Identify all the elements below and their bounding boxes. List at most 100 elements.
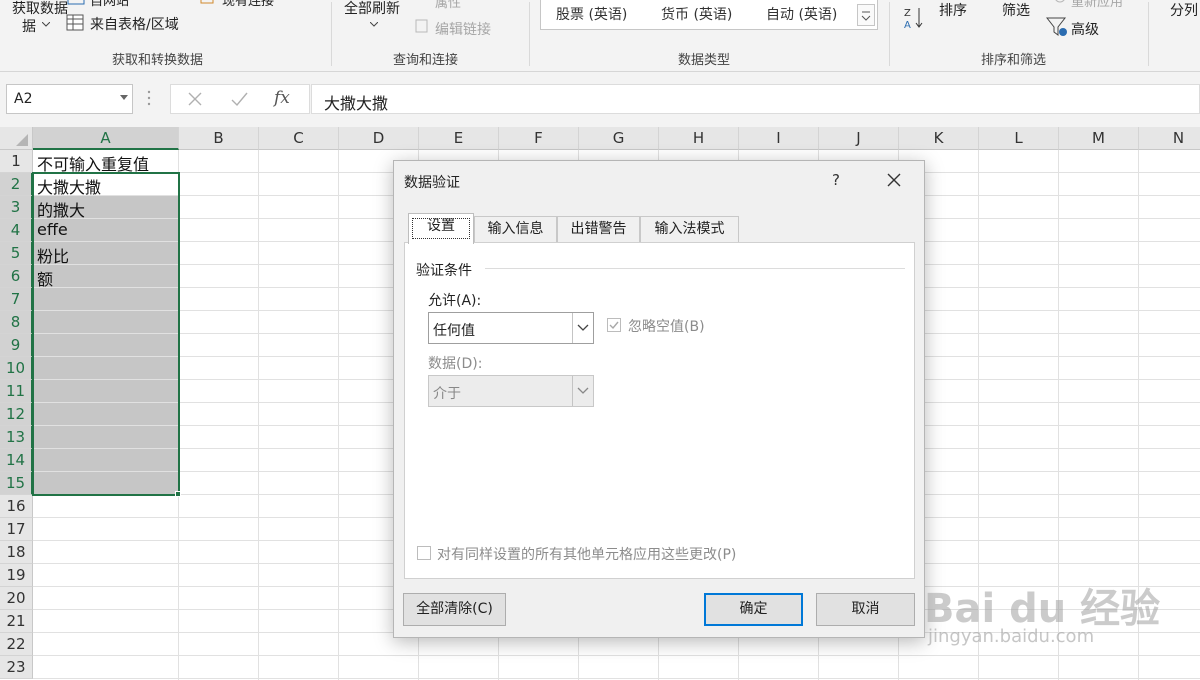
column-header-h[interactable]: H bbox=[659, 127, 739, 150]
row-header-1[interactable]: 1 bbox=[0, 150, 33, 173]
row-header-18[interactable]: 18 bbox=[0, 541, 33, 564]
reapply-button[interactable]: 重新应用 bbox=[1071, 0, 1123, 10]
column-header-e[interactable]: E bbox=[419, 127, 499, 150]
row-header-23[interactable]: 23 bbox=[0, 656, 33, 679]
row-header-3[interactable]: 3 bbox=[0, 196, 33, 219]
apply-all-checkbox[interactable] bbox=[417, 546, 431, 560]
row-header-17[interactable]: 17 bbox=[0, 518, 33, 541]
tab-error-alert[interactable]: 出错警告 bbox=[557, 216, 640, 243]
sort-button[interactable]: 排序 bbox=[939, 0, 967, 20]
row-header-11[interactable]: 11 bbox=[0, 380, 33, 403]
allow-select[interactable]: 任何值 bbox=[428, 312, 594, 344]
column-header-f[interactable]: F bbox=[499, 127, 579, 150]
validation-criteria-legend: 验证条件 bbox=[416, 263, 472, 279]
row-header-21[interactable]: 21 bbox=[0, 610, 33, 633]
cancel-button[interactable]: 取消 bbox=[816, 593, 915, 626]
name-box[interactable]: A2 bbox=[6, 84, 133, 114]
row-header-22[interactable]: 22 bbox=[0, 633, 33, 656]
help-button[interactable]: ? bbox=[832, 171, 840, 189]
data-type-auto[interactable]: 自动 (英语) bbox=[766, 4, 837, 24]
existing-connections-button[interactable]: 现有连接 bbox=[222, 0, 274, 9]
from-table-button[interactable]: 来自表格/区域 bbox=[90, 14, 179, 34]
group-divider bbox=[889, 2, 890, 66]
clear-all-button[interactable]: 全部清除(C) bbox=[403, 593, 506, 626]
tab-settings[interactable]: 设置 bbox=[408, 213, 474, 244]
cancel-entry-icon[interactable] bbox=[185, 89, 205, 109]
checkmark-icon bbox=[609, 321, 619, 330]
row-header-9[interactable]: 9 bbox=[0, 334, 33, 357]
fill-handle[interactable] bbox=[175, 491, 181, 497]
from-web-button[interactable]: 自网站 bbox=[90, 0, 129, 9]
row-header-14[interactable]: 14 bbox=[0, 449, 33, 472]
group-label-data-types: 数据类型 bbox=[678, 53, 731, 68]
row-header-12[interactable]: 12 bbox=[0, 403, 33, 426]
column-header-a[interactable]: A bbox=[33, 127, 179, 150]
properties-button[interactable]: 属性 bbox=[435, 0, 461, 11]
row-header-2[interactable]: 2 bbox=[0, 173, 33, 196]
column-header-d[interactable]: D bbox=[339, 127, 419, 150]
data-type-stocks[interactable]: 股票 (英语) bbox=[556, 4, 627, 24]
ignore-blank-checkbox[interactable] bbox=[607, 318, 621, 332]
data-type-currency[interactable]: 货币 (英语) bbox=[661, 4, 732, 24]
selection-border bbox=[32, 172, 180, 496]
row-header-13[interactable]: 13 bbox=[0, 426, 33, 449]
gallery-more-button[interactable] bbox=[857, 4, 875, 26]
row-header-20[interactable]: 20 bbox=[0, 587, 33, 610]
formula-buttons: fx bbox=[170, 84, 310, 114]
legend-divider bbox=[485, 268, 905, 269]
row-header-10[interactable]: 10 bbox=[0, 357, 33, 380]
select-all-corner[interactable] bbox=[0, 127, 33, 150]
refresh-all-button[interactable]: 全部刷新 bbox=[344, 0, 400, 18]
group-divider bbox=[1148, 2, 1149, 66]
gridline-vertical bbox=[258, 150, 259, 680]
row-header-7[interactable]: 7 bbox=[0, 288, 33, 311]
column-header-k[interactable]: K bbox=[899, 127, 979, 150]
column-header-c[interactable]: C bbox=[259, 127, 339, 150]
apply-all-label: 对有同样设置的所有其他单元格应用这些更改(P) bbox=[437, 547, 737, 563]
column-header-b[interactable]: B bbox=[179, 127, 259, 150]
tab-ime-mode[interactable]: 输入法模式 bbox=[640, 216, 739, 243]
edit-links-button[interactable]: 编辑链接 bbox=[435, 19, 491, 39]
tab-input-message[interactable]: 输入信息 bbox=[474, 216, 557, 243]
text-to-columns-button[interactable]: 分列 bbox=[1170, 0, 1198, 20]
data-select-arrow[interactable] bbox=[572, 376, 593, 406]
row-header-15[interactable]: 15 bbox=[0, 472, 33, 495]
get-data-button-line2[interactable]: 据 bbox=[22, 16, 36, 36]
sort-za-icon[interactable]: Z A bbox=[902, 6, 926, 30]
chevron-down-icon bbox=[370, 22, 378, 27]
advanced-button[interactable]: 高级 bbox=[1071, 19, 1099, 39]
chevron-down-icon[interactable] bbox=[120, 95, 128, 101]
filter-button[interactable]: 筛选 bbox=[1002, 0, 1030, 20]
close-icon[interactable] bbox=[886, 172, 902, 188]
data-select[interactable]: 介于 bbox=[428, 375, 594, 407]
row-header-4[interactable]: 4 bbox=[0, 219, 33, 242]
ok-button[interactable]: 确定 bbox=[704, 593, 803, 626]
allow-label: 允许(A): bbox=[428, 293, 482, 309]
column-header-i[interactable]: I bbox=[739, 127, 819, 150]
column-header-l[interactable]: L bbox=[979, 127, 1059, 150]
svg-text:Z: Z bbox=[904, 8, 911, 19]
get-data-button[interactable]: 获取数据 bbox=[12, 0, 68, 18]
confirm-entry-icon[interactable] bbox=[229, 89, 249, 109]
group-divider bbox=[529, 2, 530, 66]
insert-function-button[interactable]: fx bbox=[274, 88, 290, 108]
column-header-m[interactable]: M bbox=[1059, 127, 1139, 150]
column-header-g[interactable]: G bbox=[579, 127, 659, 150]
chevron-down-icon bbox=[577, 387, 589, 394]
column-header-n[interactable]: N bbox=[1139, 127, 1200, 150]
column-header-j[interactable]: J bbox=[819, 127, 899, 150]
formula-bar: A2 fx 大撒大撒 bbox=[0, 72, 1200, 127]
connection-icon bbox=[200, 0, 214, 4]
row-header-5[interactable]: 5 bbox=[0, 242, 33, 265]
formula-input[interactable]: 大撒大撒 bbox=[311, 84, 1200, 114]
data-types-gallery[interactable]: 股票 (英语) 货币 (英语) 自动 (英语) bbox=[540, 0, 878, 30]
row-header-19[interactable]: 19 bbox=[0, 564, 33, 587]
row-header-6[interactable]: 6 bbox=[0, 265, 33, 288]
row-header-16[interactable]: 16 bbox=[0, 495, 33, 518]
focus-ring bbox=[412, 218, 470, 239]
tab-ime-mode-label: 输入法模式 bbox=[654, 221, 725, 237]
allow-select-arrow[interactable] bbox=[572, 313, 593, 343]
advanced-filter-icon bbox=[1046, 17, 1067, 36]
row-header-8[interactable]: 8 bbox=[0, 311, 33, 334]
drag-handle-icon[interactable] bbox=[146, 89, 152, 107]
